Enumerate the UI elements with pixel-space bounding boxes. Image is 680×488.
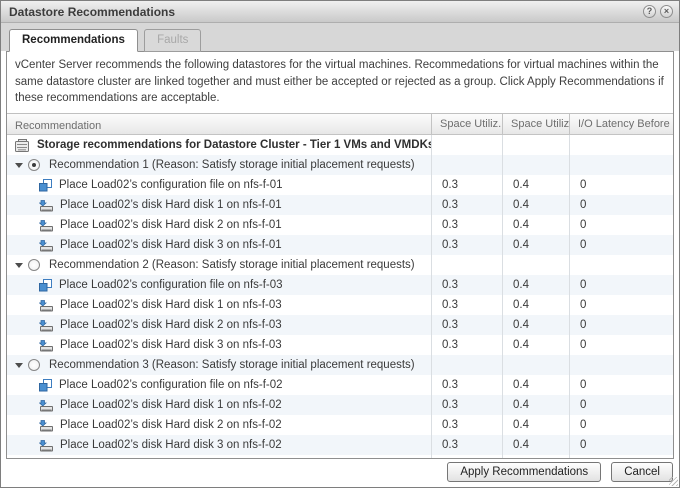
column-header-space-utilization-before[interactable]: Space Utiliz... xyxy=(432,114,503,134)
vm-config-file-icon xyxy=(39,279,52,292)
table-row-placement[interactable]: Place Load02’s disk Hard disk 3 on nfs-f… xyxy=(7,335,673,355)
close-icon[interactable]: × xyxy=(660,5,673,18)
hard-disk-icon xyxy=(39,439,53,452)
hard-disk-icon xyxy=(39,199,53,212)
table-row-placement[interactable]: Place Load02’s disk Hard disk 2 on nfs-f… xyxy=(7,315,673,335)
tab-faults[interactable]: Faults xyxy=(144,29,201,52)
collapse-arrow-icon[interactable] xyxy=(15,163,23,168)
group-header-label: Storage recommendations for Datastore Cl… xyxy=(37,139,432,151)
table-row-placement[interactable]: Place Load02’s configuration file on nfs… xyxy=(7,375,673,395)
tab-strip: Recommendations Faults xyxy=(1,23,679,51)
hard-disk-icon xyxy=(39,239,53,252)
vm-config-file-icon xyxy=(39,379,52,392)
table-row-placement[interactable]: Place Load02’s disk Hard disk 1 on nfs-f… xyxy=(7,195,673,215)
description-text: vCenter Server recommends the following … xyxy=(7,52,673,113)
apply-recommendations-button[interactable]: Apply Recommendations xyxy=(447,462,601,482)
vm-config-file-icon xyxy=(39,179,52,192)
table-row-placement[interactable]: Place Load02’s configuration file on nfs… xyxy=(7,275,673,295)
table-row-group-header[interactable]: Storage recommendations for Datastore Cl… xyxy=(7,135,673,155)
table-row-placement[interactable]: Place Load02’s disk Hard disk 2 on nfs-f… xyxy=(7,215,673,235)
collapse-arrow-icon[interactable] xyxy=(15,263,23,268)
hard-disk-icon xyxy=(39,319,53,332)
column-header-recommendation[interactable]: Recommendation xyxy=(7,114,432,134)
recommendations-panel: vCenter Server recommends the following … xyxy=(6,51,674,459)
datastore-recommendations-dialog: Datastore Recommendations ? × Recommenda… xyxy=(0,0,680,488)
datastore-cluster-icon xyxy=(15,139,30,152)
table-header-row: Recommendation Space Utiliz... Space Uti… xyxy=(7,114,673,135)
hard-disk-icon xyxy=(39,339,53,352)
table-row-placement[interactable]: Place Load02’s disk Hard disk 3 on nfs-f… xyxy=(7,235,673,255)
table-row-placement[interactable]: Place Load02’s disk Hard disk 3 on nfs-f… xyxy=(7,435,673,455)
hard-disk-icon xyxy=(39,299,53,312)
table-empty-area xyxy=(7,455,673,458)
dialog-title: Datastore Recommendations xyxy=(9,5,639,19)
column-header-io-latency[interactable]: I/O Latency Before (de... xyxy=(570,114,673,134)
title-bar: Datastore Recommendations ? × xyxy=(1,1,679,23)
column-header-space-utilization-after[interactable]: Space Utiliz... xyxy=(503,114,570,134)
table-row-placement[interactable]: Place Load02’s disk Hard disk 2 on nfs-f… xyxy=(7,415,673,435)
cancel-button[interactable]: Cancel xyxy=(611,462,673,482)
hard-disk-icon xyxy=(39,219,53,232)
collapse-arrow-icon[interactable] xyxy=(15,363,23,368)
recommendation-3-radio[interactable] xyxy=(28,359,40,371)
tab-recommendations[interactable]: Recommendations xyxy=(9,29,138,52)
hard-disk-icon xyxy=(39,419,53,432)
dialog-footer: Apply Recommendations Cancel xyxy=(1,457,679,487)
table-row-recommendation-3[interactable]: Recommendation 3 (Reason: Satisfy storag… xyxy=(7,355,673,375)
resize-grip[interactable] xyxy=(669,477,678,486)
table-row-placement[interactable]: Place Load02’s disk Hard disk 1 on nfs-f… xyxy=(7,395,673,415)
table-row-placement[interactable]: Place Load02’s configuration file on nfs… xyxy=(7,175,673,195)
recommendations-table: Recommendation Space Utiliz... Space Uti… xyxy=(7,113,673,458)
table-row-placement[interactable]: Place Load02’s disk Hard disk 1 on nfs-f… xyxy=(7,295,673,315)
help-icon[interactable]: ? xyxy=(643,5,656,18)
table-row-recommendation-1[interactable]: Recommendation 1 (Reason: Satisfy storag… xyxy=(7,155,673,175)
hard-disk-icon xyxy=(39,399,53,412)
recommendation-2-radio[interactable] xyxy=(28,259,40,271)
table-row-recommendation-2[interactable]: Recommendation 2 (Reason: Satisfy storag… xyxy=(7,255,673,275)
recommendation-1-radio[interactable] xyxy=(28,159,40,171)
